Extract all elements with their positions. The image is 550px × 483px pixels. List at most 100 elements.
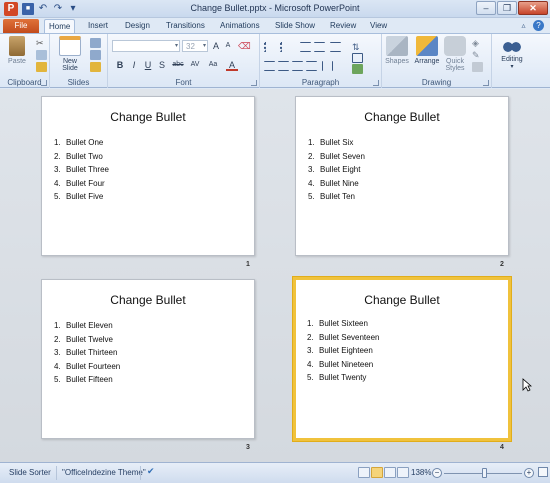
slide-show-view-button[interactable] xyxy=(397,467,409,478)
paragraph-launcher-icon[interactable] xyxy=(373,80,379,86)
list-item: 1. Bullet Eleven xyxy=(54,321,113,330)
layout-icon[interactable] xyxy=(90,38,101,48)
italic-button[interactable]: I xyxy=(128,59,140,71)
font-name-combo[interactable]: ▾ xyxy=(112,40,180,52)
line-spacing-icon[interactable] xyxy=(330,42,341,52)
tab-view[interactable]: View xyxy=(366,19,391,33)
list-item: 4. Bullet Nine xyxy=(308,178,359,188)
normal-view-button[interactable] xyxy=(358,467,370,478)
clear-formatting-icon[interactable]: ⌫ xyxy=(238,40,251,52)
editing-button[interactable]: Editing ▾ xyxy=(494,36,530,70)
font-size-dropdown-icon[interactable]: ▾ xyxy=(203,42,206,49)
numbering-icon[interactable] xyxy=(280,42,291,52)
slide-sorter-area: Change Bullet 1. Bullet One 2. Bullet Two … xyxy=(0,89,550,462)
new-slide-icon xyxy=(59,36,81,56)
bold-button[interactable]: B xyxy=(114,59,126,71)
fit-to-window-button[interactable] xyxy=(538,467,548,477)
list-item: 2. Bullet Seventeen xyxy=(307,332,380,342)
convert-to-smartart-icon[interactable] xyxy=(352,64,363,74)
arrange-button[interactable]: Arrange xyxy=(412,36,442,65)
tab-design[interactable]: Design xyxy=(121,19,154,33)
list-item: 2. Bullet Twelve xyxy=(54,334,113,344)
restore-button[interactable]: ❐ xyxy=(497,1,517,15)
justify-icon[interactable] xyxy=(306,61,317,71)
underline-button[interactable]: U xyxy=(142,59,154,71)
new-slide-label-1: New xyxy=(62,58,77,65)
shape-effects-icon[interactable] xyxy=(472,62,483,72)
slide-thumbnail-4[interactable]: Change Bullet 1. Bullet Sixteen 2. Bullet … xyxy=(293,277,511,441)
zoom-slider-thumb[interactable] xyxy=(482,468,487,478)
help-icon[interactable]: ? xyxy=(533,20,544,31)
spell-check-icon[interactable]: ✔ xyxy=(147,466,155,477)
list-item: 4. Bullet Fourteen xyxy=(54,361,121,371)
slide-bullet-list: 1. Bullet Sixteen 2. Bullet Seventeen 3. Bu… xyxy=(307,317,380,385)
new-slide-button[interactable]: New Slide xyxy=(54,36,86,72)
align-right-icon[interactable] xyxy=(292,61,303,71)
shapes-icon xyxy=(386,36,408,56)
zoom-in-button[interactable]: + xyxy=(524,468,534,478)
minimize-ribbon-chevron-icon[interactable]: ▵ xyxy=(518,20,529,31)
copy-icon[interactable] xyxy=(36,50,47,60)
close-button[interactable]: ✕ xyxy=(518,1,548,15)
cut-icon[interactable]: ✂ xyxy=(36,38,47,48)
window-title: Change Bullet.pptx - Microsoft PowerPoin… xyxy=(190,3,360,13)
list-item: 5. Bullet Ten xyxy=(308,192,355,201)
align-left-icon[interactable] xyxy=(264,61,275,71)
zoom-level[interactable]: 138% xyxy=(411,468,431,477)
tab-review[interactable]: Review xyxy=(326,19,360,33)
columns-icon[interactable] xyxy=(322,61,333,71)
new-slide-label-2: Slide xyxy=(62,65,78,72)
font-size-combo[interactable]: 32 ▾ xyxy=(182,40,208,52)
status-bar: Slide Sorter "OfficeIndezine Theme" ✔ 13… xyxy=(0,462,550,483)
font-name-dropdown-icon[interactable]: ▾ xyxy=(175,42,178,49)
section-icon[interactable] xyxy=(90,62,101,72)
tab-slide-show[interactable]: Slide Show xyxy=(271,19,319,33)
list-item: 5. Bullet Fifteen xyxy=(54,375,113,384)
reading-view-button[interactable] xyxy=(384,467,396,478)
font-color-button[interactable]: A xyxy=(226,59,238,71)
strikethrough-button[interactable]: abc xyxy=(170,59,186,71)
paragraph-label: Paragraph xyxy=(301,78,340,87)
quick-styles-button[interactable]: Quick Styles xyxy=(442,36,468,72)
drawing-launcher-icon[interactable] xyxy=(483,80,489,86)
shapes-button[interactable]: Shapes xyxy=(384,36,410,65)
increase-indent-icon[interactable] xyxy=(314,42,325,52)
list-item: 1. Bullet Sixteen xyxy=(307,319,368,328)
slide-thumbnail-2[interactable]: Change Bullet 1. Bullet Six 2. Bullet Seve… xyxy=(295,96,509,256)
slide-thumbnail-3[interactable]: Change Bullet 1. Bullet Eleven 2. Bullet T… xyxy=(41,279,255,439)
slide-number-3: 3 xyxy=(246,444,250,451)
mouse-cursor-icon xyxy=(522,378,532,392)
tab-home[interactable]: Home xyxy=(44,19,76,33)
slide-thumbnail-1[interactable]: Change Bullet 1. Bullet One 2. Bullet Two … xyxy=(41,96,255,256)
paste-button[interactable]: Paste xyxy=(4,36,30,65)
character-spacing-button[interactable]: AV xyxy=(188,59,202,71)
format-painter-icon[interactable] xyxy=(36,62,47,72)
slide-bullet-list: 1. Bullet Eleven 2. Bullet Twelve 3. Bullet… xyxy=(54,319,120,387)
drawing-group: Shapes Arrange Quick Styles ◈ ✎ Drawing xyxy=(382,34,492,88)
align-text-icon[interactable] xyxy=(352,53,363,63)
shadow-button[interactable]: S xyxy=(156,59,168,71)
minimize-button[interactable]: – xyxy=(476,1,496,15)
change-case-button[interactable]: Aa xyxy=(206,59,220,71)
shape-fill-icon[interactable]: ◈ xyxy=(472,38,483,48)
tab-animations[interactable]: Animations xyxy=(216,19,264,33)
align-center-icon[interactable] xyxy=(278,61,289,71)
decrease-indent-icon[interactable] xyxy=(300,42,311,52)
editing-group: Editing ▾ xyxy=(492,34,532,88)
tab-file[interactable]: File xyxy=(3,19,39,33)
tab-transitions[interactable]: Transitions xyxy=(162,19,209,33)
text-direction-icon[interactable]: ⇅ xyxy=(352,42,363,52)
shape-outline-icon[interactable]: ✎ xyxy=(472,50,483,60)
window-controls: – ❐ ✕ xyxy=(476,1,548,15)
reset-icon[interactable] xyxy=(90,50,101,60)
grow-font-icon[interactable]: A xyxy=(210,40,222,52)
tab-insert[interactable]: Insert xyxy=(84,19,112,33)
bullets-icon[interactable] xyxy=(264,42,275,52)
zoom-out-button[interactable]: − xyxy=(432,468,442,478)
editing-dropdown-icon: ▾ xyxy=(510,64,514,70)
font-launcher-icon[interactable] xyxy=(251,80,257,86)
slide-sorter-view-button[interactable] xyxy=(371,467,383,478)
shrink-font-icon[interactable]: A xyxy=(222,40,234,52)
theme-name-label[interactable]: "OfficeIndezine Theme" xyxy=(62,468,146,477)
clipboard-launcher-icon[interactable] xyxy=(41,80,47,86)
